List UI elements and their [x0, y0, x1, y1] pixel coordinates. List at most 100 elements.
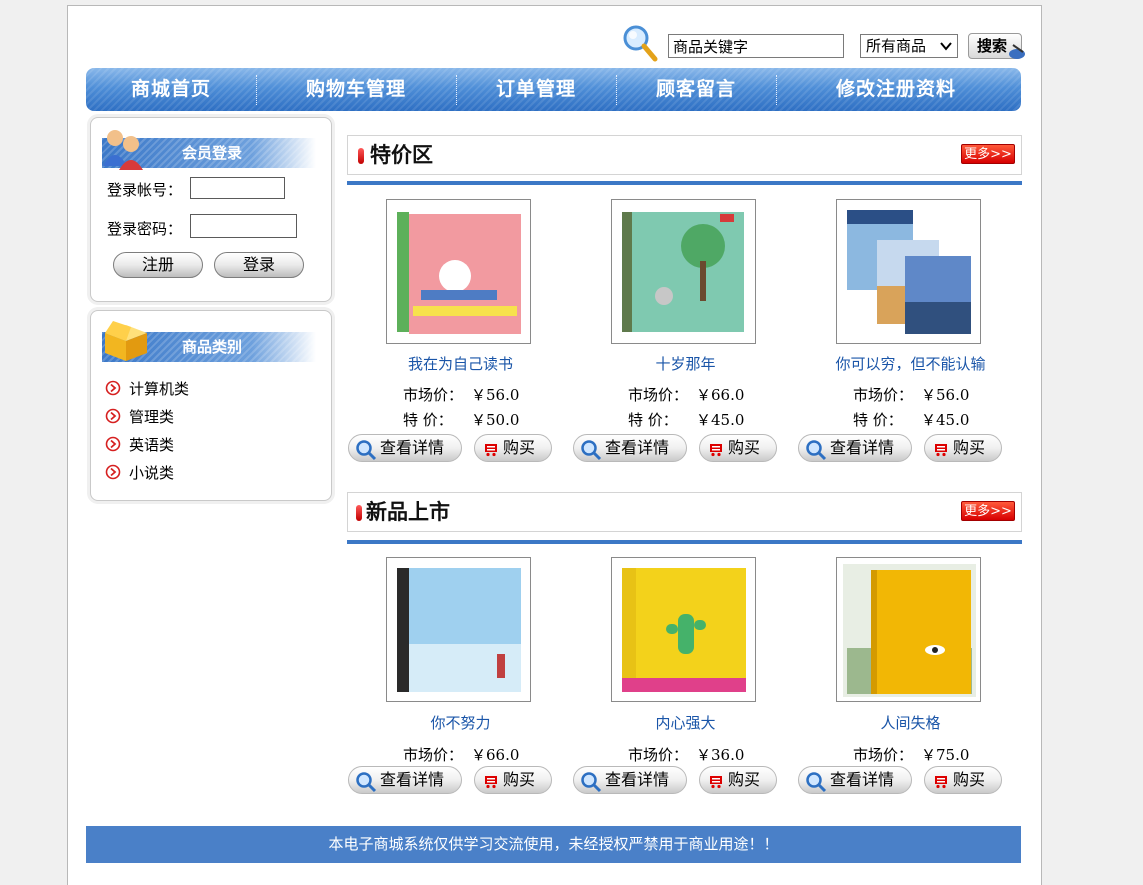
magnifier-icon	[581, 772, 602, 793]
register-button[interactable]: 注册	[113, 252, 203, 278]
product-image[interactable]	[836, 199, 981, 344]
product-image[interactable]	[836, 557, 981, 702]
search-button[interactable]: 搜索	[968, 33, 1025, 59]
category-select[interactable]: 所有商品	[860, 34, 958, 58]
category-label: 计算机类	[129, 380, 190, 398]
product-image[interactable]	[386, 557, 531, 702]
book-cover-image	[393, 206, 526, 339]
arrow-circle-icon	[105, 408, 121, 424]
buy-button[interactable]: 购买	[474, 434, 552, 462]
product-name[interactable]: 人间失格	[798, 712, 1023, 733]
buy-button[interactable]: 购买	[474, 766, 552, 794]
book-cover-image	[393, 564, 526, 697]
view-detail-button[interactable]: 查看详情	[573, 434, 687, 462]
cart-icon	[935, 444, 947, 457]
market-price-label: 市场价：	[403, 386, 464, 404]
new-more-button[interactable]: 更多>>	[961, 501, 1015, 521]
buy-label: 购买	[503, 438, 536, 457]
view-detail-button[interactable]: 查看详情	[348, 434, 462, 462]
login-title: 会员登录	[182, 144, 243, 162]
cart-icon	[710, 444, 722, 457]
package-icon	[105, 321, 147, 361]
magnifier-icon	[581, 440, 602, 461]
arrow-circle-icon	[105, 380, 121, 396]
nav-item-orders[interactable]: 订单管理	[456, 68, 616, 111]
category-title: 商品类别	[182, 338, 243, 356]
new-product-2: 内心强大 市场价： ￥36.0	[573, 557, 798, 797]
pen-icon	[1009, 44, 1025, 59]
product-name[interactable]: 你可以穷，但不能认输	[798, 353, 1023, 374]
market-price-label: 市场价：	[628, 746, 689, 764]
category-box: 商品类别 计算机类 管理类 英语类 小说类	[90, 310, 332, 501]
product-name[interactable]: 我在为自己读书	[348, 353, 573, 374]
special-product-3: 你可以穷，但不能认输 市场价： ￥56.0 特 价： ￥45.0	[798, 199, 1023, 439]
password-input[interactable]	[190, 214, 297, 238]
market-price-value: ￥36.0	[696, 746, 745, 764]
login-button[interactable]: 登录	[214, 252, 304, 278]
buy-button[interactable]: 购买	[924, 766, 1002, 794]
buy-label: 购买	[953, 438, 986, 457]
cart-icon	[485, 444, 497, 457]
special-price: 特 价： ￥45.0	[853, 409, 969, 430]
view-detail-button[interactable]: 查看详情	[798, 766, 912, 794]
new-product-1: 你不努力 市场价： ￥66.0	[348, 557, 573, 797]
account-input[interactable]	[190, 177, 285, 199]
product-name[interactable]: 十岁那年	[573, 353, 798, 374]
buy-button[interactable]: 购买	[699, 766, 777, 794]
market-price-label: 市场价：	[403, 746, 464, 764]
special-price: 特 价： ￥45.0	[628, 409, 744, 430]
market-price-label: 市场价：	[628, 386, 689, 404]
market-price: 市场价： ￥75.0	[853, 744, 969, 765]
nav-item-cart[interactable]: 购物车管理	[256, 68, 456, 111]
buy-label: 购买	[728, 770, 761, 789]
view-detail-button[interactable]: 查看详情	[348, 766, 462, 794]
view-detail-button[interactable]: 查看详情	[573, 766, 687, 794]
category-label: 英语类	[129, 436, 175, 454]
view-detail-label: 查看详情	[830, 438, 895, 457]
password-label: 登录密码：	[107, 220, 183, 238]
product-name[interactable]: 你不努力	[348, 712, 573, 733]
magnifier-icon	[806, 440, 827, 461]
product-name[interactable]: 内心强大	[573, 712, 798, 733]
new-section-title: 新品上市	[366, 499, 450, 524]
book-cover-image	[843, 206, 976, 339]
buy-button[interactable]: 购买	[924, 434, 1002, 462]
special-section-title: 特价区	[370, 142, 433, 167]
new-product-3: 人间失格 市场价： ￥75.0	[798, 557, 1023, 797]
section-marker-icon	[356, 505, 362, 521]
special-section-header: 特价区 更多>>	[347, 135, 1022, 175]
members-icon	[103, 130, 143, 170]
cart-icon	[710, 776, 722, 789]
nav-item-home[interactable]: 商城首页	[86, 68, 256, 111]
special-price-label: 特 价：	[628, 411, 678, 429]
special-product-2: 十岁那年 市场价： ￥66.0 特 价： ￥45.0	[573, 199, 798, 439]
search-input[interactable]	[668, 34, 844, 58]
view-detail-label: 查看详情	[605, 438, 670, 457]
product-image[interactable]	[611, 557, 756, 702]
buy-label: 购买	[503, 770, 536, 789]
market-price-value: ￥66.0	[696, 386, 745, 404]
special-price: 特 价： ￥50.0	[403, 409, 519, 430]
cart-icon	[485, 776, 497, 789]
category-label: 小说类	[129, 464, 175, 482]
footer-notice: 本电子商城系统仅供学习交流使用，未经授权严禁用于商业用途！！	[86, 826, 1021, 863]
product-image[interactable]	[386, 199, 531, 344]
cart-icon	[935, 776, 947, 789]
book-cover-image	[618, 206, 751, 339]
arrow-circle-icon	[105, 464, 121, 480]
search-button-label: 搜索	[977, 37, 1008, 55]
chevron-down-icon	[940, 42, 952, 51]
magnifier-icon	[806, 772, 827, 793]
buy-button[interactable]: 购买	[699, 434, 777, 462]
account-label: 登录帐号：	[107, 181, 183, 199]
view-detail-label: 查看详情	[380, 770, 445, 789]
market-price-value: ￥75.0	[921, 746, 970, 764]
special-more-button[interactable]: 更多>>	[961, 144, 1015, 164]
nav-item-messages[interactable]: 顾客留言	[616, 68, 776, 111]
buy-label: 购买	[953, 770, 986, 789]
nav-item-profile[interactable]: 修改注册资料	[776, 68, 1016, 111]
magnifier-icon	[356, 772, 377, 793]
market-price: 市场价： ￥56.0	[853, 384, 969, 405]
product-image[interactable]	[611, 199, 756, 344]
view-detail-button[interactable]: 查看详情	[798, 434, 912, 462]
